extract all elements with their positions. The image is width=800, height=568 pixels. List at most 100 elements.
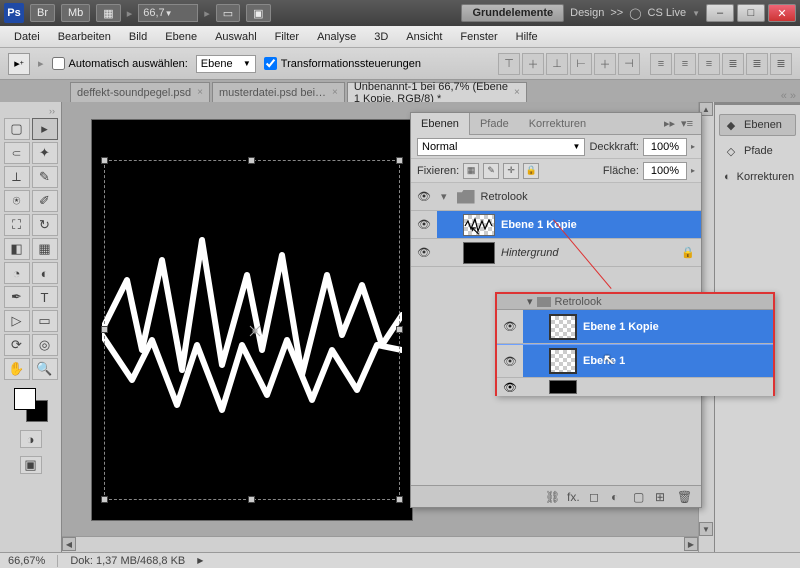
minimize-button[interactable]: – xyxy=(706,4,734,22)
align-hcenter-icon[interactable]: ＋ xyxy=(594,53,616,75)
transform-handle[interactable] xyxy=(101,157,108,164)
new-group-icon[interactable]: ▢ xyxy=(633,490,649,504)
distribute-vcenter-icon[interactable]: ≡ xyxy=(674,53,696,75)
document-tab-active[interactable]: Unbenannt-1 bei 66,7% (Ebene 1 Kopie, RG… xyxy=(347,82,527,102)
panel-icon-ebenen[interactable]: ◆ Ebenen xyxy=(719,114,796,136)
collapse-icon[interactable]: ›› xyxy=(49,106,59,116)
crop-tool-icon[interactable]: ⟂ xyxy=(4,166,30,188)
auto-select-checkbox[interactable]: Automatisch auswählen: xyxy=(52,57,188,70)
visibility-toggle-icon[interactable]: 👁 xyxy=(411,190,437,203)
menu-ebene[interactable]: Ebene xyxy=(157,29,205,45)
panel-collapse-icon[interactable]: ▸▸ xyxy=(664,117,675,130)
transform-handle[interactable] xyxy=(248,157,255,164)
delete-layer-icon[interactable]: 🗑 xyxy=(677,490,693,504)
close-icon[interactable]: × xyxy=(332,87,338,98)
workspace-design[interactable]: Design xyxy=(570,7,604,19)
move-tool-icon[interactable]: ▸ xyxy=(32,118,58,140)
lock-pixels-icon[interactable]: ✎ xyxy=(483,163,499,179)
lock-position-icon[interactable]: ✛ xyxy=(503,163,519,179)
visibility-toggle-icon[interactable]: 👁 xyxy=(411,211,437,238)
menu-fenster[interactable]: Fenster xyxy=(452,29,505,45)
fill-flyout-icon[interactable]: ▸ xyxy=(691,166,695,175)
layer-mask-icon[interactable]: ◻ xyxy=(589,490,605,504)
foreground-color-swatch[interactable] xyxy=(14,388,36,410)
status-flyout-icon[interactable]: ▶ xyxy=(197,556,203,565)
doc-size-readout[interactable]: Dok: 1,37 MB/468,8 KB xyxy=(70,555,185,567)
menu-datei[interactable]: Datei xyxy=(6,29,48,45)
document-canvas[interactable] xyxy=(92,120,412,520)
menu-auswahl[interactable]: Auswahl xyxy=(207,29,265,45)
gradient-tool-icon[interactable]: ▦ xyxy=(32,238,58,260)
magic-wand-tool-icon[interactable]: ✦ xyxy=(32,142,58,164)
menu-hilfe[interactable]: Hilfe xyxy=(508,29,546,45)
layer-thumbnail[interactable] xyxy=(463,242,495,264)
layer-name[interactable]: Ebene 1 Kopie xyxy=(501,219,701,231)
document-tab[interactable]: musterdatei.psd bei…× xyxy=(212,82,345,102)
cslive-button[interactable]: CS Live xyxy=(648,7,687,19)
transform-handle[interactable] xyxy=(396,157,403,164)
zoom-select[interactable]: 66,7▼ xyxy=(138,4,198,22)
3d-camera-tool-icon[interactable]: ◎ xyxy=(32,334,58,356)
layer-row-background[interactable]: 👁 Hintergrund 🔒 xyxy=(411,239,701,267)
type-tool-icon[interactable]: T xyxy=(32,286,58,308)
auto-select-combo[interactable]: Ebene▼ xyxy=(196,55,256,73)
align-bottom-icon[interactable]: ⊥ xyxy=(546,53,568,75)
tab-ebenen[interactable]: Ebenen xyxy=(411,113,470,135)
panel-icon-korrekturen[interactable]: ◐ Korrekturen xyxy=(719,166,796,188)
panel-icon-pfade[interactable]: ◇ Pfade xyxy=(719,140,796,162)
layer-row-selected[interactable]: 👁 ↖ Ebene 1 Kopie xyxy=(411,211,701,239)
brush-tool-icon[interactable]: ✐ xyxy=(32,190,58,212)
3d-tool-icon[interactable]: ⟳ xyxy=(4,334,30,356)
distribute-right-icon[interactable]: ≣ xyxy=(770,53,792,75)
layer-name[interactable]: Hintergrund xyxy=(501,247,681,259)
maximize-button[interactable]: □ xyxy=(737,4,765,22)
screen-mode-button[interactable]: ▣ xyxy=(246,4,270,22)
hand-tool-icon[interactable]: ✋ xyxy=(4,358,30,380)
move-tool-icon[interactable]: ▸+ xyxy=(8,53,30,75)
menu-analyse[interactable]: Analyse xyxy=(309,29,364,45)
group-toggle-icon[interactable]: ▾ xyxy=(441,190,447,203)
new-layer-icon[interactable]: ⊞ xyxy=(655,490,671,504)
spot-heal-tool-icon[interactable]: ⍟ xyxy=(4,190,30,212)
transform-controls-checkbox[interactable]: Transformationssteuerungen xyxy=(264,57,421,70)
bridge-button[interactable]: Br xyxy=(30,4,55,22)
marquee-tool-icon[interactable]: ▢ xyxy=(4,118,30,140)
eyedropper-tool-icon[interactable]: ✎ xyxy=(32,166,58,188)
dodge-tool-icon[interactable]: ◐ xyxy=(32,262,58,284)
workspace-grundelemente[interactable]: Grundelemente xyxy=(461,4,564,22)
history-brush-tool-icon[interactable]: ↻ xyxy=(32,214,58,236)
tab-overflow-arrows[interactable]: « » xyxy=(781,90,796,102)
view-extras-button[interactable]: ▦ xyxy=(96,4,120,22)
clone-tool-icon[interactable]: ⛶ xyxy=(4,214,30,236)
tab-korrekturen[interactable]: Korrekturen xyxy=(519,113,596,135)
scroll-down-icon[interactable]: ▼ xyxy=(699,522,713,536)
layer-thumbnail[interactable]: ↖ xyxy=(463,214,495,236)
align-vcenter-icon[interactable]: ＋ xyxy=(522,53,544,75)
minibridge-button[interactable]: Mb xyxy=(61,4,90,22)
zoom-readout[interactable]: 66,67% xyxy=(8,555,45,567)
close-icon[interactable]: × xyxy=(514,87,520,98)
eraser-tool-icon[interactable]: ◧ xyxy=(4,238,30,260)
layer-style-icon[interactable]: fx. xyxy=(567,490,583,504)
arrange-button[interactable]: ▭ xyxy=(216,4,240,22)
pen-tool-icon[interactable]: ✒ xyxy=(4,286,30,308)
layer-name[interactable]: Retrolook xyxy=(481,191,701,203)
menu-ansicht[interactable]: Ansicht xyxy=(398,29,450,45)
menu-filter[interactable]: Filter xyxy=(267,29,307,45)
align-top-icon[interactable]: ⊤ xyxy=(498,53,520,75)
fill-input[interactable]: 100% xyxy=(643,162,687,180)
transform-handle[interactable] xyxy=(101,496,108,503)
adjustment-layer-icon[interactable]: ◐ xyxy=(611,490,627,504)
transform-handle[interactable] xyxy=(101,326,108,333)
close-button[interactable]: ✕ xyxy=(768,4,796,22)
quick-mask-icon[interactable]: ◑ xyxy=(20,430,42,448)
distribute-bottom-icon[interactable]: ≡ xyxy=(698,53,720,75)
shape-tool-icon[interactable]: ▭ xyxy=(32,310,58,332)
link-layers-icon[interactable]: ⛓ xyxy=(545,490,561,504)
lasso-tool-icon[interactable]: ⸦ xyxy=(4,142,30,164)
path-tool-icon[interactable]: ▷ xyxy=(4,310,30,332)
blur-tool-icon[interactable]: ◔ xyxy=(4,262,30,284)
blend-mode-select[interactable]: Normal▼ xyxy=(417,138,585,156)
menu-bild[interactable]: Bild xyxy=(121,29,155,45)
horizontal-scrollbar[interactable]: ◀ ▶ xyxy=(62,536,698,552)
